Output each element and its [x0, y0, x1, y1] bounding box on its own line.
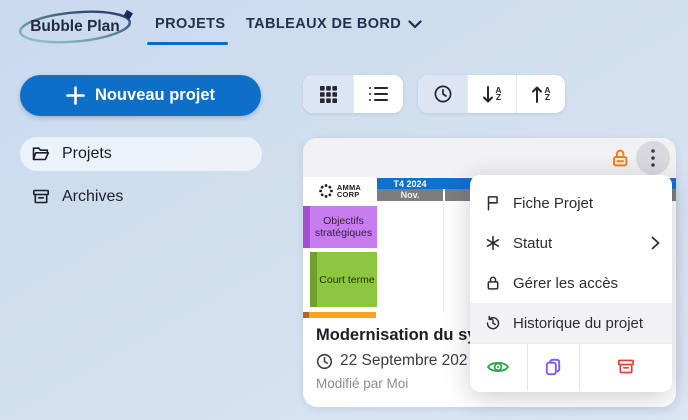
clock-icon	[434, 85, 451, 103]
sort-ascending-icon: A Z	[531, 85, 551, 104]
tab-projets-label: PROJETS	[155, 16, 226, 32]
lane-court-terme: Court terme	[310, 252, 377, 307]
logo-text: Bubble Plan	[30, 18, 120, 35]
timeline-column-gap	[443, 189, 445, 201]
menu-item-fiche-projet[interactable]: Fiche Projet	[470, 183, 672, 223]
card-header-band	[303, 138, 676, 177]
timeline-gridline	[443, 201, 444, 312]
view-toggle-group	[303, 75, 403, 113]
sidebar-item-label: Archives	[62, 188, 124, 205]
archive-project-button[interactable]	[579, 344, 672, 390]
clock-icon	[316, 353, 333, 369]
gear-logo-icon	[319, 184, 333, 198]
lock-open-icon[interactable]	[609, 147, 631, 169]
sidebar-item-archives[interactable]: Archives	[20, 180, 170, 214]
tab-projets[interactable]: PROJETS	[155, 16, 226, 32]
lane-label: Objectifs stratégiques	[314, 215, 373, 239]
copy-icon	[546, 358, 561, 376]
eye-icon	[487, 362, 510, 372]
org-name-line2: CORP	[336, 190, 360, 199]
sidebar-item-projets[interactable]: Projets	[20, 137, 262, 171]
app-window: Bubble Plan PROJETS TABLEAUX DE BORD Nou…	[0, 0, 688, 420]
org-logo: AMMA CORP	[303, 177, 377, 205]
duplicate-project-button[interactable]	[526, 344, 580, 390]
sort-descending-button[interactable]: A Z	[467, 75, 516, 113]
archive-icon	[32, 189, 49, 204]
card-menu-button[interactable]	[636, 140, 670, 175]
timeline-quarter-label: T4 2024	[393, 178, 427, 189]
menu-item-gerer-les-acces[interactable]: Gérer les accès	[470, 263, 672, 303]
view-project-button[interactable]	[470, 344, 527, 390]
tab-tableaux-de-bord[interactable]: TABLEAUX DE BORD	[246, 16, 422, 32]
sort-letter-z: Z	[495, 92, 502, 102]
list-icon	[369, 87, 388, 101]
history-icon	[486, 315, 500, 330]
active-tab-underline	[147, 42, 228, 45]
tab-boards-label: TABLEAUX DE BORD	[246, 16, 402, 32]
lane-label: Court terme	[319, 273, 375, 286]
list-view-button[interactable]	[353, 75, 403, 113]
menu-item-label: Fiche Projet	[513, 194, 594, 212]
sort-letter-z: Z	[544, 92, 551, 102]
sort-descending-icon: A Z	[482, 85, 502, 104]
chevron-down-icon	[408, 20, 422, 29]
archive-icon	[617, 359, 635, 374]
lane-objectifs-strategiques: Objectifs stratégiques	[303, 206, 377, 248]
dots-vertical-icon	[651, 148, 655, 167]
menu-item-label: Gérer les accès	[513, 274, 619, 292]
menu-item-label: Statut	[513, 234, 553, 252]
grid-view-button[interactable]	[303, 75, 353, 113]
sort-ascending-button[interactable]: A Z	[516, 75, 565, 113]
flag-icon	[487, 196, 498, 211]
sort-group: A Z A Z	[418, 75, 565, 113]
plus-icon	[66, 86, 85, 105]
arrow-down-icon	[483, 85, 494, 102]
lock-icon	[487, 276, 499, 290]
new-project-label: Nouveau projet	[94, 86, 216, 104]
asterisk-icon	[486, 235, 500, 251]
card-context-menu: Fiche Projet Statut Gérer les accès Hist…	[470, 175, 672, 392]
folder-open-icon	[32, 147, 50, 161]
grid-icon	[319, 85, 337, 103]
bubble-plan-logo[interactable]: Bubble Plan	[16, 4, 142, 48]
new-project-button[interactable]: Nouveau projet	[20, 75, 261, 116]
menu-item-statut[interactable]: Statut	[470, 223, 672, 263]
sidebar-item-label: Projets	[62, 145, 112, 162]
chevron-right-icon	[651, 236, 660, 250]
project-date: 22 Septembre 202	[340, 352, 468, 369]
menu-item-label: Historique du projet	[513, 314, 644, 332]
logo-swoosh-icon: Bubble Plan	[18, 9, 133, 44]
sort-by-date-button[interactable]	[418, 75, 467, 113]
menu-action-row	[470, 344, 672, 390]
menu-item-historique-du-projet[interactable]: Historique du projet	[470, 303, 672, 343]
timeline-month-label: Nov.	[400, 190, 420, 200]
arrow-up-icon	[532, 86, 543, 103]
